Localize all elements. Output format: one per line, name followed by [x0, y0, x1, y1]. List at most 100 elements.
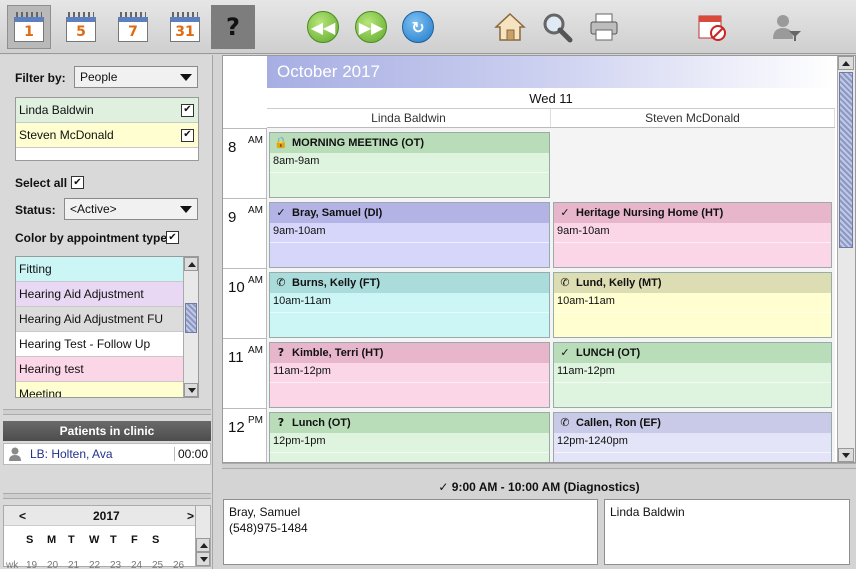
clinic-patient-row[interactable]: LB: Holten, Ava 00:00	[3, 443, 211, 465]
weekday: S	[152, 534, 160, 546]
provider-details-box[interactable]: Linda Baldwin	[604, 499, 850, 565]
half-hour-divider	[270, 172, 549, 173]
mini-day[interactable]: 26	[173, 560, 194, 569]
week-view-button[interactable]: 7	[111, 5, 155, 49]
next-button[interactable]: ▶▶	[349, 5, 393, 49]
appointment-block[interactable]: ✓ Bray, Samuel (DI) 9am-10am	[269, 202, 550, 268]
appointment-block[interactable]: ✆ Lund, Kelly (MT) 10am-11am	[553, 272, 832, 338]
mini-day[interactable]: 24	[131, 560, 152, 569]
scroll-thumb[interactable]	[839, 72, 853, 248]
day-view-button[interactable]: 1	[7, 5, 51, 49]
type-item-hearing-aid-adjustment[interactable]: Hearing Aid Adjustment	[16, 282, 184, 307]
person-name: Steven McDonald	[19, 128, 114, 142]
mini-day[interactable]: 20	[47, 560, 68, 569]
appointment-block[interactable]: ✓ Heritage Nursing Home (HT) 9am-10am	[553, 202, 832, 268]
help-button[interactable]: ?	[211, 5, 255, 49]
type-item-fitting[interactable]: Fitting	[16, 257, 184, 282]
appointment-block[interactable]: ✓ LUNCH (OT) 11am-12pm	[553, 342, 832, 408]
status-value: <Active>	[70, 202, 117, 216]
type-item-meeting[interactable]: Meeting	[16, 382, 184, 398]
scroll-thumb[interactable]	[185, 303, 197, 333]
patient-phone: (548)975-1484	[229, 521, 308, 535]
search-icon	[543, 13, 573, 43]
back-icon: ◀◀	[307, 11, 339, 43]
hour-meridiem: AM	[248, 275, 263, 286]
type-name: Meeting	[19, 387, 62, 398]
person-item-linda-baldwin[interactable]: Linda Baldwin ✔	[16, 98, 198, 123]
mini-calendar-scrollbar[interactable]	[195, 506, 210, 566]
patient-details-box[interactable]: Bray, Samuel (548)975-1484	[223, 499, 598, 565]
mini-calendar: < 2017 > S M T W T F S wk 19 20 21 22 23…	[3, 505, 211, 569]
appointment-block[interactable]: ? Lunch (OT) 12pm-1pm	[269, 412, 550, 462]
month-view-button[interactable]: 31	[163, 5, 207, 49]
scroll-up-button[interactable]	[184, 257, 198, 271]
scroll-up-button[interactable]	[838, 56, 854, 70]
mini-day[interactable]: 21	[68, 560, 89, 569]
person-checkbox[interactable]: ✔	[181, 128, 194, 142]
filter-by-select[interactable]: People	[74, 66, 198, 88]
person-item-steven-mcdonald[interactable]: Steven McDonald ✔	[16, 123, 198, 148]
scroll-down-button[interactable]	[184, 383, 198, 397]
mini-calendar-year: 2017	[93, 509, 120, 523]
five-day-view-button[interactable]: 5	[59, 5, 103, 49]
weekday: W	[89, 534, 100, 546]
patient-icon	[9, 447, 21, 461]
half-hour-divider	[270, 452, 549, 453]
calendar-splitter[interactable]	[222, 463, 856, 469]
status-select[interactable]: <Active>	[64, 198, 198, 220]
appointments-area: 🔒 MORNING MEETING (OT) 8am-9am ✓ Bray, Samue…	[267, 128, 835, 462]
patient-name: Bray, Samuel	[229, 505, 301, 519]
left-splitter-bottom[interactable]	[3, 493, 211, 499]
appointment-time: 8am-9am	[273, 155, 320, 167]
hour-number: 9	[228, 209, 237, 226]
refresh-button[interactable]: ↻	[396, 5, 440, 49]
appointment-block[interactable]: ? Kimble, Terri (HT) 11am-12pm	[269, 342, 550, 408]
user-filter-button[interactable]	[764, 5, 808, 49]
patients-in-clinic-header: Patients in clinic	[3, 421, 211, 441]
hour-number: 12	[228, 419, 245, 436]
appointment-header: ✓ Heritage Nursing Home (HT)	[554, 203, 831, 223]
type-name: Hearing Aid Adjustment FU	[19, 312, 164, 326]
filter-by-label: Filter by:	[15, 71, 66, 85]
type-item-hearing-test-follow-up[interactable]: Hearing Test - Follow Up	[16, 332, 184, 357]
person-checkbox[interactable]: ✔	[181, 103, 194, 117]
hour-label: 10 AM	[223, 268, 267, 338]
type-list-scrollbar[interactable]	[183, 257, 198, 397]
appointment-block[interactable]: 🔒 MORNING MEETING (OT) 8am-9am	[269, 132, 550, 198]
hour-meridiem: AM	[248, 205, 263, 216]
scroll-down-button[interactable]	[838, 448, 854, 462]
mini-day[interactable]: 25	[152, 560, 173, 569]
appointment-time-range: 9:00 AM - 10:00 AM (Diagnostics)	[451, 480, 640, 494]
appointment-block[interactable]: ✆ Burns, Kelly (FT) 10am-11am	[269, 272, 550, 338]
color-by-type-checkbox[interactable]: ✔	[166, 231, 179, 244]
print-button[interactable]	[582, 5, 626, 49]
type-item-hearing-test[interactable]: Hearing test	[16, 357, 184, 382]
mini-calendar-next[interactable]: >	[187, 509, 194, 523]
check-icon: ✓	[276, 206, 286, 219]
appointment-block[interactable]: ✆ Callen, Ron (EF) 12pm-1240pm	[553, 412, 832, 462]
mini-day[interactable]: 23	[110, 560, 131, 569]
appointment-title: Lunch (OT)	[292, 417, 351, 429]
mini-day[interactable]: 22	[89, 560, 110, 569]
appointment-title: Callen, Ron (EF)	[576, 417, 661, 429]
weekday: F	[131, 534, 138, 546]
calendar-scroll-track[interactable]	[838, 56, 855, 462]
mini-calendar-prev[interactable]: <	[19, 509, 26, 523]
cancel-appointment-button[interactable]	[690, 5, 734, 49]
home-button[interactable]	[488, 5, 532, 49]
scroll-down-button[interactable]	[196, 552, 210, 566]
type-item-hearing-aid-adjustment-fu[interactable]: Hearing Aid Adjustment FU	[16, 307, 184, 332]
select-all-checkbox[interactable]: ✔	[71, 176, 84, 189]
appointment-title: Heritage Nursing Home (HT)	[576, 207, 724, 219]
scroll-up-button[interactable]	[196, 538, 210, 552]
calendar-scrollbar[interactable]	[837, 56, 855, 462]
calendar-week-icon: 7	[118, 12, 148, 42]
type-name: Hearing Test - Follow Up	[19, 337, 151, 351]
appointment-header: 🔒 MORNING MEETING (OT)	[270, 133, 549, 153]
left-splitter-top[interactable]	[3, 409, 211, 415]
search-button[interactable]	[535, 5, 579, 49]
status-label: Status:	[15, 203, 56, 217]
provider-columns-header: Linda Baldwin Steven McDonald	[267, 109, 835, 128]
previous-button[interactable]: ◀◀	[301, 5, 345, 49]
mini-day[interactable]: 19	[26, 560, 47, 569]
